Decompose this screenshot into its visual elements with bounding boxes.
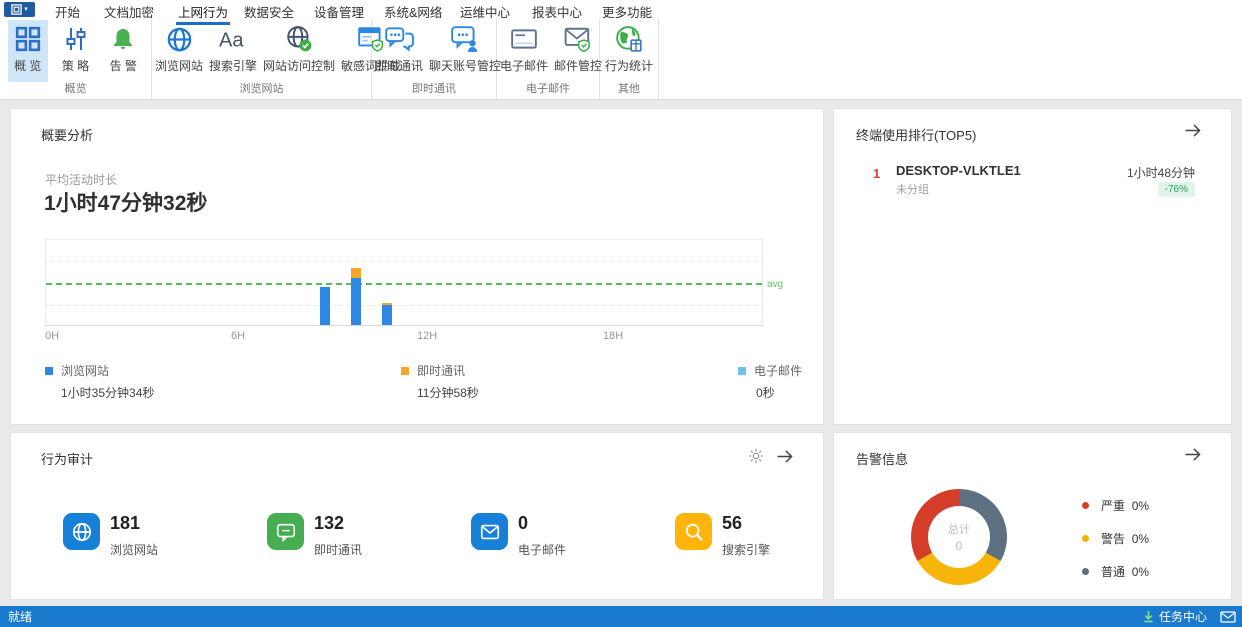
rank-number: 1 — [873, 166, 881, 181]
delta-badge: -76% — [1157, 182, 1195, 197]
ribbon-item-policy[interactable]: 策 略 — [56, 20, 96, 82]
ribbon-group-label: 电子邮件 — [526, 83, 570, 95]
arrow-right-icon[interactable] — [1183, 447, 1203, 462]
ribbon-item-mail-control[interactable]: 邮件管控 — [551, 20, 605, 82]
stat-browse-web[interactable]: 181 浏览网站 — [63, 513, 158, 558]
mail-icon — [507, 23, 541, 55]
donut-center: 总计 0 — [928, 506, 990, 568]
legend-dot — [1082, 502, 1089, 509]
ribbon-group-web: 浏览网站 Aa 搜索引擎 网站访问控制 敏感词拦截 浏览网站 — [152, 19, 401, 99]
ribbon-group-label: 概览 — [64, 83, 87, 95]
globe-stats-icon — [612, 23, 646, 55]
ribbon-group-label: 浏览网站 — [239, 83, 284, 95]
ribbon-item-behavior-stats[interactable]: 行为统计 — [602, 20, 656, 82]
legend-item-web: 浏览网站 1小时35分钟34秒 — [45, 362, 154, 401]
x-tick: 12H — [417, 330, 438, 342]
avg-line-label: avg — [767, 279, 784, 290]
ribbon-item-email[interactable]: 电子邮件 — [497, 20, 551, 82]
ribbon-group-im: 即时通讯 聊天账号管控 即时通讯 — [372, 19, 501, 99]
legend-swatch — [738, 366, 746, 375]
ribbon-group-other: 行为统计 其他 — [600, 19, 659, 99]
legend-swatch — [45, 366, 53, 375]
ribbon: 概 览 策 略 告 警 概览 浏览网站 Aa 搜索引擎 网站访问控制 敏感词拦截… — [0, 19, 1242, 100]
download-icon — [1144, 611, 1153, 623]
avg-reference-line — [46, 283, 762, 285]
menu-bar: ▾ 开始 文档加密 上网行为 数据安全 设备管理 系统&网络 运维中心 报表中心… — [0, 0, 1242, 25]
summary-analysis-panel: 概要分析 平均活动时长 1小时47分钟32秒 avg 0H 6H 12H 18H 浏览… — [10, 108, 824, 425]
stat-search-engine[interactable]: 56 搜索引擎 — [675, 513, 770, 558]
x-tick: 6H — [231, 330, 246, 342]
behavior-audit-panel: 行为审计 181 浏览网站 132 即时通讯 0 电子邮件 56 搜索引擎 — [10, 432, 824, 600]
chart-bar-10h — [351, 268, 361, 325]
grid-icon — [11, 23, 45, 55]
terminal-ranking-panel: 终端使用排行(TOP5) 1 DESKTOP-VLKTLE1 未分组 1小时48… — [833, 108, 1232, 425]
ribbon-item-im[interactable]: 即时通讯 — [372, 20, 426, 82]
sliders-icon — [59, 23, 93, 55]
activity-bar-chart — [45, 239, 763, 326]
legend-item-email: 电子邮件 0秒 — [738, 362, 802, 401]
chat-user-icon — [448, 23, 482, 55]
terminal-group: 未分组 — [896, 184, 929, 196]
ribbon-group-email: 电子邮件 邮件管控 电子邮件 — [497, 19, 602, 99]
ribbon-item-chat-account-control[interactable]: 聊天账号管控 — [426, 20, 504, 82]
alert-legend-warning: 警告 0% — [1082, 530, 1149, 547]
globe-check-icon — [282, 23, 316, 55]
ribbon-group-label: 即时通讯 — [412, 83, 456, 95]
svg-text:Aa: Aa — [219, 29, 244, 51]
chat-icon — [267, 513, 304, 550]
ribbon-item-overview[interactable]: 概 览 — [7, 20, 48, 82]
mail-shield-icon — [561, 23, 595, 55]
legend-dot — [1082, 568, 1089, 575]
x-axis: 0H 6H 12H 18H — [45, 330, 763, 344]
top-band: ▾ 开始 文档加密 上网行为 数据安全 设备管理 系统&网络 运维中心 报表中心… — [0, 0, 1242, 100]
status-ready: 就绪 — [8, 610, 33, 624]
stat-email[interactable]: 0 电子邮件 — [471, 513, 566, 558]
app-menu-button[interactable]: ▾ — [4, 2, 35, 17]
usage-time: 1小时48分钟 — [1126, 166, 1195, 180]
gear-icon[interactable] — [747, 447, 765, 465]
x-tick: 18H — [603, 330, 624, 342]
terminal-name: DESKTOP-VLKTLE1 — [896, 163, 1021, 178]
panel-title: 告警信息 — [856, 452, 909, 467]
aa-icon: Aa — [216, 23, 250, 55]
alert-legend-normal: 普通 0% — [1082, 563, 1149, 580]
task-center-button[interactable]: 任务中心 — [1143, 608, 1207, 625]
ribbon-group-label: 其他 — [618, 83, 640, 95]
legend-swatch — [401, 366, 409, 375]
magnifier-icon — [675, 513, 712, 550]
ribbon-item-alert[interactable]: 告 警 — [103, 20, 143, 82]
legend-item-im: 即时通讯 11分钟58秒 — [401, 362, 479, 401]
globe-icon — [162, 23, 196, 55]
ribbon-item-search-engine[interactable]: Aa 搜索引擎 — [206, 20, 260, 82]
avg-duration-label: 平均活动时长 — [45, 173, 118, 187]
message-icon[interactable] — [1220, 610, 1236, 623]
alert-legend-critical: 严重 0% — [1082, 497, 1149, 514]
chart-bar-9h — [320, 287, 330, 325]
app-grid-icon — [11, 4, 22, 15]
bell-icon — [106, 23, 140, 55]
arrow-right-icon[interactable] — [1183, 123, 1203, 138]
ribbon-item-browse-web[interactable]: 浏览网站 — [152, 20, 206, 82]
avg-duration-value: 1小时47分钟32秒 — [44, 192, 208, 215]
chevron-down-icon: ▾ — [24, 6, 28, 13]
chat-icon — [382, 23, 416, 55]
status-bar: 就绪 任务中心 — [0, 606, 1242, 627]
ribbon-group-overview: 概 览 策 略 告 警 概览 — [0, 19, 152, 99]
alert-info-panel: 告警信息 总计 0 严重 0% 警告 0% 普通 0% — [833, 432, 1232, 600]
stat-im[interactable]: 132 即时通讯 — [267, 513, 362, 558]
x-tick: 0H — [45, 330, 60, 342]
arrow-right-icon[interactable] — [775, 449, 795, 464]
panel-title: 概要分析 — [41, 128, 94, 143]
globe-icon — [63, 513, 100, 550]
app-window: ▾ 开始 文档加密 上网行为 数据安全 设备管理 系统&网络 运维中心 报表中心… — [0, 0, 1242, 627]
panel-title: 终端使用排行(TOP5) — [856, 128, 977, 143]
legend-dot — [1082, 535, 1089, 542]
ribbon-item-web-access-control[interactable]: 网站访问控制 — [260, 20, 338, 82]
mail-icon — [471, 513, 508, 550]
chart-bar-11h — [382, 303, 392, 325]
panel-title: 行为审计 — [41, 452, 94, 467]
